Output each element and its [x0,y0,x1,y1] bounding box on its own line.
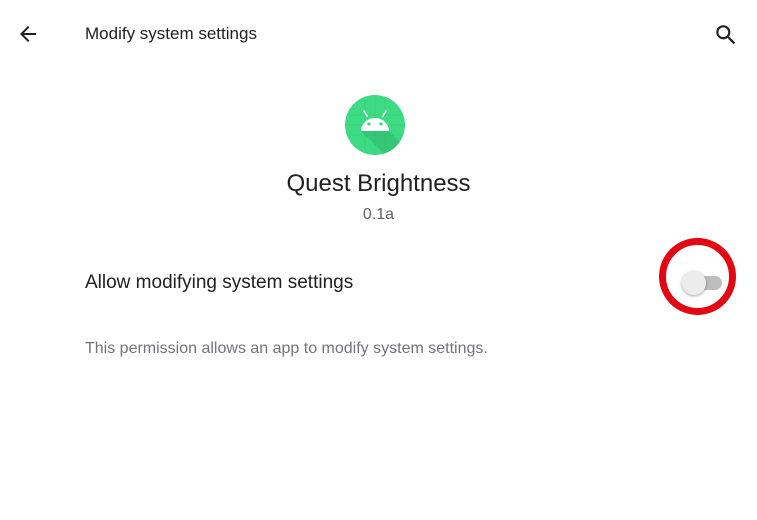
app-bar: Modify system settings [0,0,757,68]
setting-label: Allow modifying system settings [85,272,354,293]
search-icon [716,25,736,45]
app-version: 0.1a [362,206,395,223]
page-title: Modify system settings [85,24,257,43]
switch-thumb [682,271,706,295]
permission-description: This permission allows an app to modify … [85,340,488,357]
search-button[interactable] [709,18,743,52]
allow-modify-settings-row[interactable]: Allow modifying system settings [0,250,757,316]
android-robot-icon [345,95,405,155]
app-icon [345,95,405,155]
arrow-back-icon [20,26,36,42]
back-button[interactable] [12,18,44,50]
app-name: Quest Brightness [286,170,471,197]
allow-modify-settings-toggle[interactable] [682,271,724,295]
